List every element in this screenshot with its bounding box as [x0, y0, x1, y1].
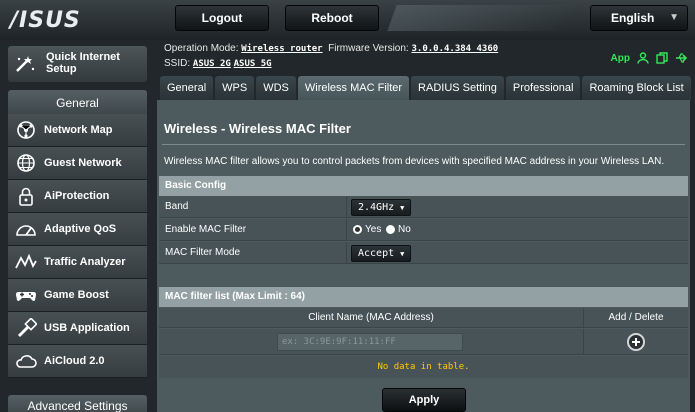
- tab-bar: General WPS WDS Wireless MAC Filter RADI…: [160, 76, 691, 100]
- top-bar-decoration: [387, 5, 577, 31]
- main-panel: Wireless - Wireless MAC Filter Wireless …: [157, 100, 690, 412]
- sidebar-item-usb-application[interactable]: USB Application: [8, 312, 147, 345]
- mac-address-input[interactable]: ex: 3C:9E:9F:11:11:FF: [277, 333, 463, 351]
- sidebar-item-game-boost[interactable]: Game Boost: [8, 279, 147, 312]
- page-description: Wireless MAC filter allows you to contro…: [164, 156, 665, 167]
- aiprotection-lock-icon: [19, 187, 33, 206]
- gamepad-icon: [16, 292, 36, 301]
- column-divider: [583, 329, 584, 355]
- title-divider: [162, 144, 685, 145]
- copy-icon[interactable]: [656, 52, 668, 64]
- mac-input-row: ex: 3C:9E:9F:11:11:FF: [159, 329, 688, 355]
- sidebar-item-label: Guest Network: [44, 157, 122, 169]
- tab-general[interactable]: General: [160, 76, 214, 100]
- ssid-label: SSID:: [164, 58, 191, 69]
- tab-radius-setting[interactable]: RADIUS Setting: [411, 76, 504, 100]
- band-label: Band: [165, 201, 189, 212]
- enable-mac-filter-label: Enable MAC Filter: [165, 224, 247, 235]
- advanced-settings-header: Advanced Settings: [8, 395, 147, 412]
- app-link[interactable]: App: [611, 53, 630, 64]
- logout-button[interactable]: Logout: [175, 5, 269, 31]
- sidebar-item-label: USB Application: [44, 322, 130, 334]
- sidebar: Quick Internet Setup General Network Map…: [0, 40, 155, 412]
- enable-yes-label: Yes: [365, 224, 382, 235]
- cloud-icon: [16, 355, 37, 368]
- status-icons: App: [611, 52, 689, 64]
- general-section-header: General: [8, 90, 147, 116]
- sidebar-item-label: Network Map: [44, 124, 113, 136]
- sidebar-menu: Network Map Guest Network AiProtection A…: [8, 114, 147, 378]
- sidebar-item-label: AiCloud 2.0: [44, 355, 105, 367]
- enable-no-label: No: [398, 224, 411, 235]
- asus-logo: /ISUS: [10, 8, 81, 33]
- mac-filter-mode-value: Accept: [358, 248, 395, 259]
- tab-wds[interactable]: WDS: [256, 76, 296, 100]
- enable-yes-radio[interactable]: [353, 225, 362, 234]
- caret-down-icon: ▼: [669, 12, 679, 23]
- network-map-icon: [17, 121, 35, 139]
- add-plus-icon[interactable]: [627, 333, 645, 351]
- tab-professional[interactable]: Professional: [505, 76, 581, 100]
- page-title: Wireless - Wireless MAC Filter: [164, 121, 351, 136]
- caret-down-icon: ▼: [400, 250, 405, 258]
- guest-network-icon: [17, 154, 35, 172]
- sidebar-item-label: Adaptive QoS: [44, 223, 117, 235]
- mac-filter-mode-row: MAC Filter Mode Accept ▼: [159, 242, 688, 264]
- quick-internet-setup-button[interactable]: Quick Internet Setup: [8, 46, 147, 82]
- reboot-button[interactable]: Reboot: [285, 5, 379, 31]
- language-label: English: [611, 11, 655, 25]
- ssid-5g-link[interactable]: ASUS_5G: [234, 59, 272, 69]
- operation-mode-link[interactable]: Wireless router: [241, 44, 322, 54]
- sidebar-item-guest-network[interactable]: Guest Network: [8, 147, 147, 180]
- ssid-2g-link[interactable]: ASUS_2G: [193, 59, 231, 69]
- band-value: 2.4GHz: [358, 202, 395, 213]
- basic-config-header: Basic Config: [159, 176, 688, 196]
- user-icon[interactable]: [637, 52, 649, 64]
- band-select[interactable]: 2.4GHz ▼: [351, 199, 412, 216]
- ssid-line: SSID: ASUS_2G ASUS_5G: [164, 58, 272, 69]
- mac-filter-mode-label: MAC Filter Mode: [165, 247, 241, 258]
- operation-mode-line: Operation Mode: Wireless router Firmware…: [164, 43, 498, 54]
- firmware-version-link[interactable]: 3.0.0.4.384_4360: [411, 44, 498, 54]
- sidebar-item-traffic-analyzer[interactable]: Traffic Analyzer: [8, 246, 147, 279]
- enable-mac-filter-row: Enable MAC Filter Yes No: [159, 219, 688, 241]
- setup-wand-icon: [16, 56, 35, 72]
- firmware-label: Firmware Version:: [328, 43, 409, 54]
- tab-wireless-mac-filter[interactable]: Wireless MAC Filter: [297, 76, 410, 100]
- apply-button[interactable]: Apply: [382, 388, 466, 412]
- sidebar-item-adaptive-qos[interactable]: Adaptive QoS: [8, 213, 147, 246]
- empty-table-message: No data in table.: [159, 356, 688, 378]
- client-name-column-header: Client Name (MAC Address): [308, 312, 434, 323]
- mac-filter-mode-select[interactable]: Accept ▼: [351, 245, 412, 262]
- quick-internet-setup-label: Quick Internet Setup: [46, 51, 120, 75]
- top-bar: /ISUS Logout Reboot English ▼: [0, 0, 695, 40]
- band-row: Band 2.4GHz ▼: [159, 196, 688, 218]
- radio-selected-dot: [355, 227, 360, 232]
- sidebar-item-label: AiProtection: [44, 190, 110, 202]
- language-select[interactable]: English ▼: [590, 5, 688, 31]
- status-header: Operation Mode: Wireless router Firmware…: [160, 40, 695, 74]
- tab-wps[interactable]: WPS: [215, 76, 255, 100]
- sidebar-item-aiprotection[interactable]: AiProtection: [8, 180, 147, 213]
- mac-list-column-headers: Client Name (MAC Address) Add / Delete: [159, 308, 688, 328]
- mac-list-header: MAC filter list (Max Limit : 64): [159, 287, 688, 307]
- enable-no-radio[interactable]: [386, 225, 395, 234]
- sidebar-item-label: Game Boost: [44, 289, 109, 301]
- sidebar-item-aicloud[interactable]: AiCloud 2.0: [8, 345, 147, 378]
- traffic-analyzer-icon: [15, 253, 37, 269]
- caret-down-icon: ▼: [400, 204, 405, 212]
- usb-icon: [17, 318, 37, 338]
- sidebar-item-label: Traffic Analyzer: [44, 256, 126, 268]
- operation-mode-label: Operation Mode:: [164, 43, 239, 54]
- sidebar-item-network-map[interactable]: Network Map: [8, 114, 147, 147]
- add-delete-column-header: Add / Delete: [583, 308, 688, 328]
- usb-status-icon[interactable]: [675, 52, 689, 64]
- qos-gauge-icon: [16, 225, 36, 236]
- tab-roaming-block-list[interactable]: Roaming Block List: [582, 76, 691, 100]
